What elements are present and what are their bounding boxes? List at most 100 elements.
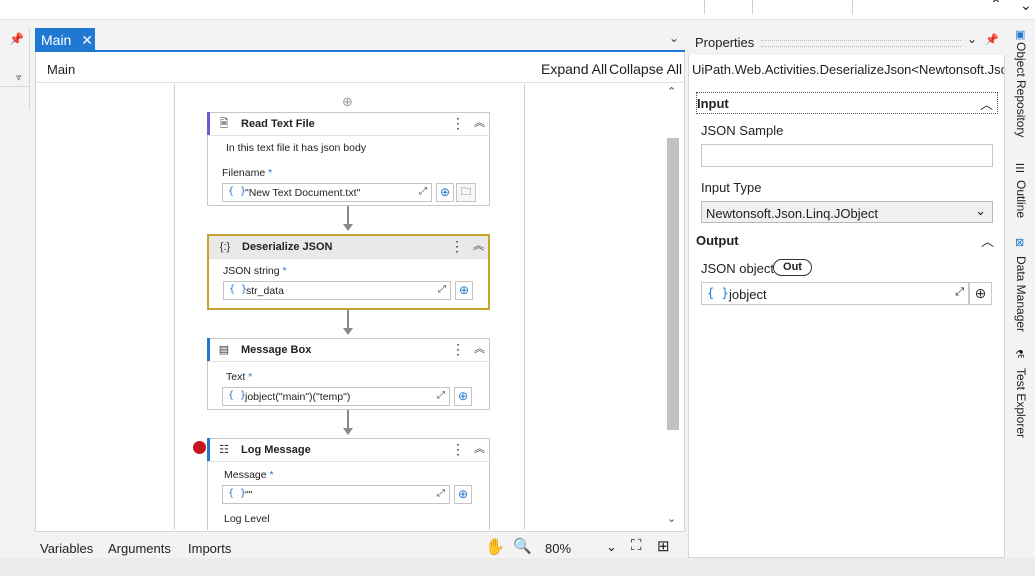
expand-editor-icon[interactable]: ⤢ bbox=[437, 390, 445, 401]
data-manager-icon: ⊠ bbox=[1015, 237, 1025, 249]
activity-log-message[interactable]: ☷ Log Message ⋮ ︽ Message * { } "" ⤢ ⊕ L… bbox=[207, 438, 490, 530]
chevron-down-icon[interactable]: ⌄ bbox=[967, 32, 977, 46]
input-type-label: Input Type bbox=[701, 180, 762, 195]
file-read-icon: 🗎 bbox=[219, 118, 229, 130]
expand-editor-icon[interactable]: ⤢ bbox=[955, 286, 964, 299]
pin-icon[interactable]: 📌 bbox=[9, 32, 24, 46]
collapse-icon[interactable]: ︽ bbox=[474, 441, 485, 457]
output-section-header[interactable]: Output ︿ bbox=[696, 230, 998, 252]
activity-read-text-file[interactable]: 🗎 Read Text File ⋮ ︽ In this text file i… bbox=[207, 112, 490, 206]
drag-grip[interactable] bbox=[761, 40, 961, 47]
activity-deserialize-json[interactable]: {:} Deserialize JSON ⋮ ︽ JSON string * {… bbox=[207, 234, 490, 310]
input-type-select[interactable]: Newtonsoft.Json.Linq.JObject ⌄ bbox=[701, 201, 993, 223]
json-object-input[interactable]: { } jobject ⤢ bbox=[701, 282, 969, 305]
expression-icon: { } bbox=[228, 390, 247, 401]
expression-icon: { } bbox=[229, 284, 248, 295]
sidebar-item-object-repository[interactable]: Object Repository bbox=[1014, 42, 1028, 137]
text-input[interactable]: { } jobject("main")("temp") ⤢ bbox=[222, 387, 450, 406]
right-sidebar: ▣ Object Repository ☰ Outline ⊠ Data Man… bbox=[1007, 28, 1035, 558]
plus-icon[interactable]: ⊕ bbox=[454, 485, 472, 504]
breadcrumb[interactable]: Main bbox=[47, 62, 75, 77]
overview-map-icon[interactable]: ⊞ bbox=[657, 537, 670, 555]
tab-arguments[interactable]: Arguments bbox=[108, 541, 171, 556]
expand-all-link[interactable]: Expand All bbox=[541, 61, 607, 77]
dropdown-icon[interactable]: ⌄ bbox=[1020, 0, 1032, 14]
message-box-icon: ▤ bbox=[218, 344, 230, 356]
folder-icon[interactable]: 🗀 bbox=[456, 183, 476, 202]
filename-input[interactable]: { } "New Text Document.txt" ⤢ bbox=[222, 183, 432, 202]
scrollbar-thumb[interactable] bbox=[667, 138, 679, 430]
sidebar-item-outline[interactable]: Outline bbox=[1014, 180, 1028, 218]
close-icon[interactable]: ✕ bbox=[81, 32, 93, 48]
collapse-icon[interactable]: ︽ bbox=[474, 341, 485, 357]
designer-canvas: ⊕ 🗎 Read Text File ⋮ ︽ In this text file… bbox=[36, 84, 684, 530]
chevron-up-icon[interactable]: ︿ bbox=[981, 231, 994, 250]
designer-bottom-bar: Variables Arguments Imports ✋ 🔍 80% ⌄ ⛶ … bbox=[35, 531, 685, 560]
expand-editor-icon[interactable]: ⤢ bbox=[438, 284, 446, 295]
chevron-up-icon[interactable]: ︿ bbox=[980, 94, 993, 113]
expand-editor-icon[interactable]: ⤢ bbox=[419, 186, 427, 197]
toolbar-separator bbox=[704, 0, 705, 14]
json-sample-input[interactable] bbox=[701, 144, 993, 167]
activity-title: Deserialize JSON bbox=[242, 241, 333, 253]
collapse-all-link[interactable]: Collapse All bbox=[609, 61, 682, 77]
message-label: Message * bbox=[224, 469, 274, 481]
plus-icon[interactable]: ⊕ bbox=[436, 183, 454, 202]
breakpoint-icon[interactable] bbox=[193, 441, 206, 454]
more-options-icon[interactable]: ⋮ bbox=[451, 341, 465, 357]
plus-icon[interactable]: ⊕ bbox=[455, 281, 473, 300]
tab-variables[interactable]: Variables bbox=[40, 541, 93, 556]
json-string-label: JSON string * bbox=[223, 265, 287, 277]
expression-icon: { } bbox=[228, 186, 247, 197]
expression-icon: { } bbox=[228, 488, 247, 499]
text-label: Text * bbox=[226, 371, 253, 383]
activity-type-name: UiPath.Web.Activities.DeserializeJson<Ne… bbox=[692, 62, 1004, 77]
filter-icon[interactable]: ⩔ bbox=[16, 72, 22, 83]
plus-icon[interactable]: ⊕ bbox=[454, 387, 472, 406]
chevron-down-icon: ⌄ bbox=[975, 203, 986, 218]
json-string-input[interactable]: { } str_data ⤢ bbox=[223, 281, 451, 300]
hand-pan-icon[interactable]: ✋ bbox=[485, 537, 505, 557]
collapse-icon[interactable]: ︽ bbox=[474, 115, 485, 131]
log-level-label: Log Level bbox=[224, 513, 270, 525]
outline-icon: ☰ bbox=[1015, 163, 1025, 175]
object-repository-icon: ▣ bbox=[1015, 29, 1026, 41]
status-strip bbox=[0, 558, 1035, 576]
top-toolbar-strip: ⌃ ⌄ bbox=[0, 0, 1035, 20]
activity-title: Read Text File bbox=[241, 118, 315, 130]
scroll-down-icon[interactable]: ⌄ bbox=[667, 512, 676, 525]
fit-to-screen-icon[interactable]: ⛶ bbox=[631, 537, 642, 554]
plus-icon[interactable]: ⊕ bbox=[969, 282, 992, 305]
expand-editor-icon[interactable]: ⤢ bbox=[437, 488, 445, 499]
input-section-header[interactable]: Input ︿ bbox=[696, 92, 998, 114]
toolbar-separator bbox=[752, 0, 753, 14]
activity-title: Message Box bbox=[241, 344, 312, 356]
test-explorer-icon: ⚗ bbox=[1015, 349, 1025, 361]
tab-list-chevron-icon[interactable]: ⌄ bbox=[669, 31, 679, 45]
chevron-up-icon[interactable]: ⌃ bbox=[990, 0, 1002, 13]
tab-main-label: Main bbox=[41, 32, 72, 48]
sidebar-item-test-explorer[interactable]: Test Explorer bbox=[1014, 368, 1028, 438]
more-options-icon[interactable]: ⋮ bbox=[451, 115, 465, 131]
zoom-level[interactable]: 80% bbox=[545, 541, 571, 556]
collapse-icon[interactable]: ︽ bbox=[473, 238, 484, 254]
left-collapsed-panel: 📌 ⩔ bbox=[0, 28, 30, 110]
more-options-icon[interactable]: ⋮ bbox=[451, 441, 465, 457]
activity-message-box[interactable]: ▤ Message Box ⋮ ︽ Text * { } jobject("ma… bbox=[207, 338, 490, 410]
expression-icon: { } bbox=[707, 286, 729, 300]
activity-header: 🗎 Read Text File ⋮ ︽ bbox=[207, 112, 489, 136]
tab-main[interactable]: Main ✕ bbox=[35, 28, 95, 52]
sidebar-item-data-manager[interactable]: Data Manager bbox=[1014, 256, 1028, 332]
json-object-label: JSON object bbox=[701, 261, 774, 276]
properties-header: Properties ⌄ 📌 bbox=[688, 28, 1005, 55]
tab-imports[interactable]: Imports bbox=[188, 541, 231, 556]
pin-icon[interactable]: 📌 bbox=[985, 33, 999, 46]
add-activity-icon[interactable]: ⊕ bbox=[342, 94, 353, 110]
more-options-icon[interactable]: ⋮ bbox=[450, 238, 464, 254]
zoom-dropdown-chevron-icon[interactable]: ⌄ bbox=[606, 539, 617, 555]
scroll-up-icon[interactable]: ⌃ bbox=[667, 85, 676, 98]
message-input[interactable]: { } "" ⤢ bbox=[222, 485, 450, 504]
breadcrumb-bar: Main Expand All Collapse All bbox=[36, 54, 684, 83]
zoom-icon[interactable]: 🔍 bbox=[513, 537, 532, 555]
document-tab-row: ⌄ bbox=[35, 28, 685, 52]
